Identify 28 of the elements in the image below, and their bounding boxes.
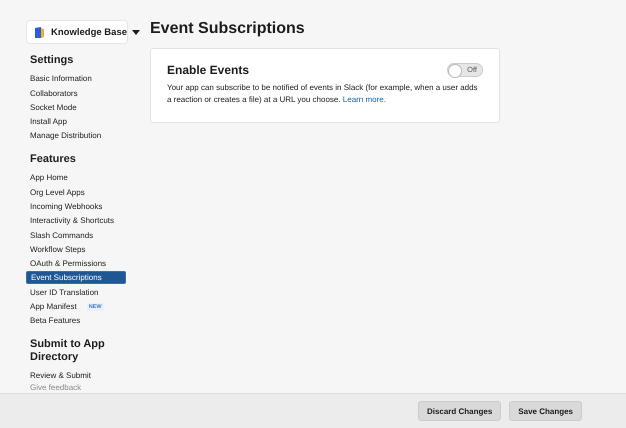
sidebar-item[interactable]: App Manifest <box>26 301 81 312</box>
sidebar-item[interactable]: OAuth & Permissions <box>26 258 110 270</box>
caret-icon <box>132 30 140 34</box>
footer-button[interactable]: Discard Changes <box>418 401 502 421</box>
book-icon <box>33 26 46 38</box>
sidebar-item[interactable]: Install App <box>26 116 71 128</box>
learn-more-link[interactable]: Learn more. <box>342 95 386 104</box>
sidebar-item[interactable]: User ID Translation <box>26 286 102 298</box>
page-title: Event Subscriptions <box>150 20 306 38</box>
sidebar-item[interactable]: Beta Features <box>26 315 84 326</box>
card-title: Enable Events <box>167 63 250 77</box>
section-heading: Submit to App Directory <box>29 337 106 365</box>
sidebar-item[interactable]: Collaborators <box>26 88 82 99</box>
sidebar-item[interactable]: Socket Mode <box>26 102 81 113</box>
sidebar-item[interactable]: Basic Information <box>26 73 96 84</box>
section-heading: Settings <box>29 53 74 68</box>
sidebar-item[interactable]: Slash Commands <box>26 230 98 241</box>
sidebar-item[interactable]: Manage Distribution <box>26 130 106 142</box>
sidebar-item[interactable]: Incoming Webhooks <box>26 201 106 212</box>
sidebar-item[interactable]: Review & Submit <box>26 370 95 381</box>
section-heading: Features <box>29 152 77 168</box>
sidebar-item[interactable]: Interactivity & Shortcuts <box>26 215 118 226</box>
sidebar-item[interactable]: Org Level Apps <box>26 186 89 198</box>
description-text: Your app can subscribe to be notified of events in Slack (for example, when a user adds a reaction or creates a file) at a URL you choose. Learn more. <box>167 82 479 106</box>
footer-button[interactable]: Save Changes <box>509 401 582 421</box>
sidebar-item[interactable]: App Home <box>26 172 72 184</box>
sidebar-item[interactable]: Workflow Steps <box>26 244 90 255</box>
sidebar-item[interactable]: Event Subscriptions <box>26 271 126 284</box>
